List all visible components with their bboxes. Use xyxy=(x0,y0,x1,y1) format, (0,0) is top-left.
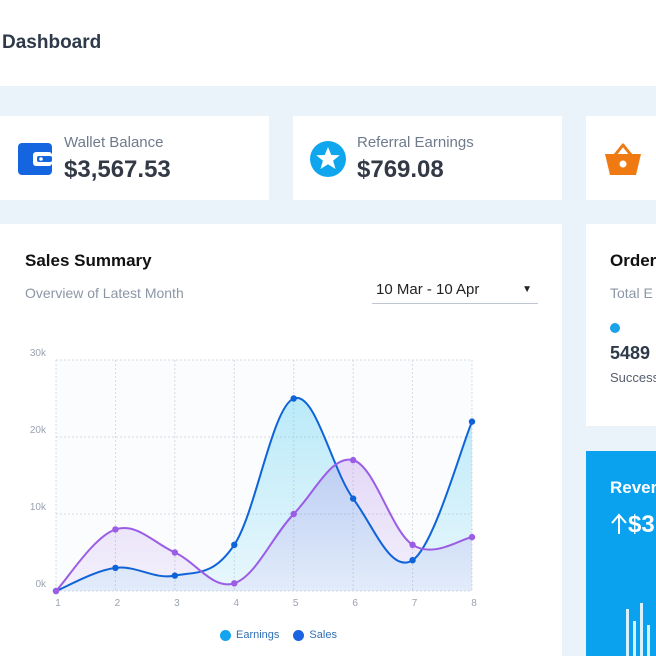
date-range-value: 10 Mar - 10 Apr xyxy=(376,281,480,298)
x-tick-label: 7 xyxy=(412,598,418,609)
legend-dot-icon xyxy=(293,629,305,641)
date-range-select[interactable]: 10 Mar - 10 Apr ▼ xyxy=(372,279,538,304)
revenue-value: $3 xyxy=(610,511,655,539)
legend-item-earnings[interactable]: Earnings xyxy=(220,629,279,641)
page-title: Dashboard xyxy=(2,32,102,53)
data-point-earnings xyxy=(468,533,476,541)
sales-chart: 0k 10k 20k 30k 1 2 3 4 5 6 7 8 xyxy=(30,348,477,609)
data-point-earnings xyxy=(171,549,179,556)
x-tick-label: 3 xyxy=(174,598,180,609)
star-icon xyxy=(309,140,347,178)
data-point-earnings xyxy=(52,587,60,595)
arrow-up-icon xyxy=(611,513,627,534)
legend-label: Earnings xyxy=(236,629,280,641)
chevron-down-icon: ▼ xyxy=(522,284,532,295)
data-point-earnings xyxy=(231,580,238,587)
chart-legend: Earnings Sales xyxy=(220,629,337,641)
data-point-sales xyxy=(171,572,179,579)
data-point-earnings xyxy=(409,541,416,548)
revenue-amount: $3 xyxy=(628,511,655,538)
stat-label: Wallet Balance xyxy=(64,134,164,151)
y-tick-label: 30k xyxy=(30,348,47,359)
y-tick-label: 20k xyxy=(30,425,47,436)
orders-count: 5489 xyxy=(610,343,651,363)
referral-earnings-card[interactable]: Referral Earnings $769.08 xyxy=(293,116,562,200)
legend-dot-icon xyxy=(220,629,231,641)
revenue-mini-chart xyxy=(626,603,650,656)
data-point-sales xyxy=(290,395,297,402)
orders-card: Order Total E 5489 Success xyxy=(586,224,656,426)
top-bar: Dashboard xyxy=(0,0,656,86)
data-point-earnings xyxy=(290,510,297,518)
legend-item-sales[interactable]: Sales xyxy=(293,629,337,641)
stat-value: $769.08 xyxy=(357,156,444,183)
basket-icon xyxy=(602,140,641,178)
x-tick-label: 4 xyxy=(234,598,240,609)
orders-status: Success xyxy=(610,370,656,385)
sales-summary-subtitle: Overview of Latest Month xyxy=(25,285,184,301)
revenue-card: Rever $3 xyxy=(586,451,656,656)
data-point-sales xyxy=(231,541,238,548)
sales-summary-card: Sales Summary Overview of Latest Month 1… xyxy=(0,224,562,656)
wallet-balance-card[interactable]: Wallet Balance $3,567.53 xyxy=(0,116,269,200)
data-point-sales xyxy=(409,557,416,564)
stat-label: Referral Earnings xyxy=(357,134,474,151)
orders-subtitle: Total E xyxy=(610,285,653,301)
x-tick-label: 6 xyxy=(352,598,358,609)
wallet-icon xyxy=(16,140,54,178)
orders-stat-card[interactable] xyxy=(586,116,656,200)
x-tick-label: 1 xyxy=(55,598,61,609)
data-point-sales xyxy=(349,495,357,502)
status-dot-icon xyxy=(610,323,620,333)
revenue-title: Rever xyxy=(610,478,656,497)
x-tick-label: 2 xyxy=(115,598,121,609)
data-point-earnings xyxy=(349,456,357,464)
data-point-sales xyxy=(468,418,476,425)
legend-label: Sales xyxy=(309,629,337,641)
sales-summary-title: Sales Summary xyxy=(25,251,152,270)
data-point-earnings xyxy=(112,526,119,533)
stat-value: $3,567.53 xyxy=(64,156,171,183)
orders-title: Order xyxy=(610,251,656,270)
y-tick-label: 0k xyxy=(35,579,47,590)
x-tick-label: 8 xyxy=(471,598,477,609)
y-tick-label: 10k xyxy=(30,502,47,513)
data-point-sales xyxy=(112,564,119,572)
x-tick-label: 5 xyxy=(293,598,299,609)
